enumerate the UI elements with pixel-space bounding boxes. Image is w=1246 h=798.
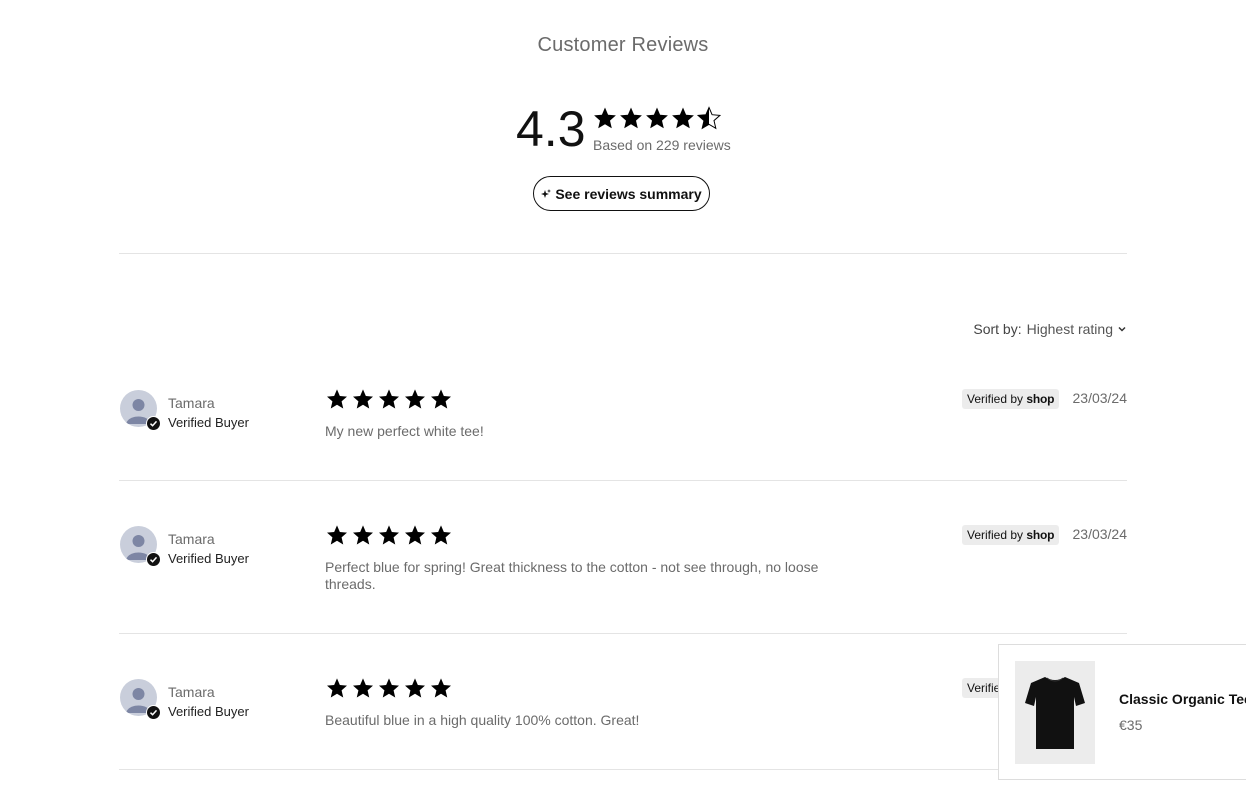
reviewer-name: Tamara (168, 395, 215, 411)
sort-label: Sort by: (973, 321, 1022, 337)
verified-by-shop-badge: Verified by shop (962, 389, 1060, 409)
review-count: Based on 229 reviews (593, 137, 731, 153)
star-icon (353, 389, 373, 409)
review-date: 23/03/24 (1072, 390, 1128, 406)
sort-value: Highest rating (1026, 321, 1113, 337)
sparkle-icon (541, 188, 552, 198)
reviewer-name: Tamara (168, 684, 215, 700)
review-stars (325, 524, 453, 546)
verified-prefix: Verified by (967, 392, 1024, 406)
reviewer-status: Verified Buyer (168, 704, 249, 719)
checkmark-icon (146, 552, 161, 567)
star-icon (379, 678, 399, 698)
star-icon (594, 107, 616, 129)
review-stars (325, 677, 453, 699)
star-icon (431, 525, 451, 545)
star-icon (327, 389, 347, 409)
see-reviews-summary-button[interactable]: See reviews summary (533, 176, 710, 211)
star-icon (431, 678, 451, 698)
checkmark-icon (146, 705, 161, 720)
average-rating-block: 4.3 Based on 229 reviews (516, 100, 746, 160)
divider (119, 480, 1127, 481)
summary-button-label: See reviews summary (555, 185, 702, 202)
star-icon (646, 107, 668, 129)
review-text: My new perfect white tee! (325, 423, 484, 439)
star-icon (405, 389, 425, 409)
star-icon (353, 678, 373, 698)
review-text: Beautiful blue in a high quality 100% co… (325, 712, 640, 728)
review-stars (325, 388, 453, 410)
product-name: Classic Organic Tee (1119, 691, 1246, 707)
product-price: €35 (1119, 717, 1143, 733)
verified-brand: shop (1026, 392, 1055, 406)
star-icon (620, 107, 642, 129)
sort-dropdown[interactable]: Sort by: Highest rating (973, 321, 1127, 337)
star-icon (405, 525, 425, 545)
reviewer-name: Tamara (168, 531, 215, 547)
product-popup[interactable]: Classic Organic Tee €35 (998, 644, 1246, 780)
average-rating-value: 4.3 (516, 101, 586, 157)
product-image (1015, 661, 1095, 764)
star-icon (327, 678, 347, 698)
star-icon (353, 525, 373, 545)
star-icon (672, 107, 694, 129)
checkmark-icon (146, 416, 161, 431)
star-icon (379, 389, 399, 409)
verified-by-shop-badge: Verified by shop (962, 525, 1060, 545)
reviewer-status: Verified Buyer (168, 415, 249, 430)
chevron-down-icon (1118, 326, 1126, 332)
average-rating-stars (593, 106, 721, 130)
tshirt-icon (1025, 676, 1085, 749)
star-icon (327, 525, 347, 545)
review-date: 23/03/24 (1072, 526, 1128, 542)
half-star-icon (697, 106, 721, 130)
divider (119, 769, 1127, 770)
reviewer-status: Verified Buyer (168, 551, 249, 566)
divider (119, 253, 1127, 254)
review-text: Perfect blue for spring! Great thickness… (325, 559, 819, 592)
verified-brand: shop (1026, 528, 1055, 542)
star-icon (379, 525, 399, 545)
star-icon (405, 678, 425, 698)
section-title: Customer Reviews (537, 34, 709, 56)
verified-prefix: Verified by (967, 528, 1024, 542)
star-icon (431, 389, 451, 409)
divider (119, 633, 1127, 634)
